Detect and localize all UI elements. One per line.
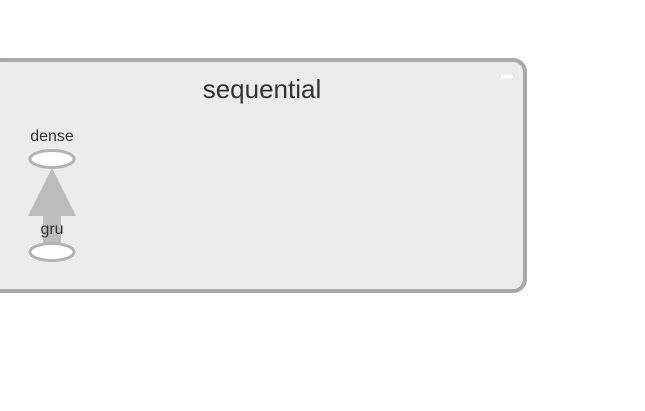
group-sequential[interactable]: sequential <box>0 58 527 293</box>
node-label-dense: dense <box>30 128 74 145</box>
graph-diagram: sequential dense gru <box>0 58 527 293</box>
node-shape-dense[interactable] <box>28 149 76 169</box>
minus-icon[interactable] <box>501 75 513 78</box>
node-shape-gru[interactable] <box>28 242 76 262</box>
canvas: sequential dense gru <box>0 0 645 411</box>
node-label-gru: gru <box>40 221 63 238</box>
group-title: sequential <box>203 74 322 104</box>
